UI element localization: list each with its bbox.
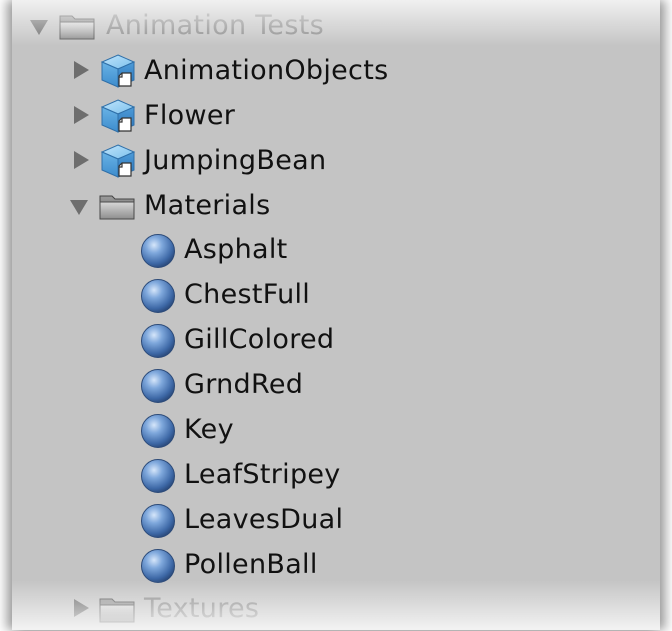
tree-item-jumpingbean[interactable]: JumpingBean [12,139,660,183]
tree-item-label: LeafStripey [184,459,341,490]
expand-arrow-icon[interactable] [74,61,89,79]
tree-item-textures[interactable]: Textures [12,587,660,631]
tree-item-label: Key [184,414,234,445]
tree-item-label: GillColored [184,324,335,355]
project-hierarchy-panel: Animation Tests AnimationObjects Flower … [12,0,660,630]
collapse-arrow-icon[interactable] [70,200,88,215]
tree-item-label: GrndRed [184,369,304,400]
tree-item-animation-tests[interactable]: Animation Tests [12,4,660,48]
tree-item-label: Flower [144,100,236,131]
tree-item-label: Animation Tests [106,10,324,41]
tree-item-label: Materials [144,190,271,221]
tree-item-label: PollenBall [184,549,318,580]
prefab-cube-icon [98,143,138,179]
material-sphere-icon [140,233,176,269]
prefab-cube-icon [98,98,138,134]
folder-icon [58,8,98,44]
tree-item-animationobjects[interactable]: AnimationObjects [12,49,660,93]
expand-arrow-icon[interactable] [30,20,48,35]
tree-item-material-asphalt[interactable]: Asphalt [12,228,660,272]
material-sphere-icon [140,323,176,359]
expand-arrow-icon[interactable] [74,151,89,169]
material-sphere-icon [140,278,176,314]
tree-item-material-chestfull[interactable]: ChestFull [12,273,660,317]
tree-item-material-gillcolored[interactable]: GillColored [12,318,660,362]
tree-item-label: Textures [144,593,260,624]
expand-arrow-icon[interactable] [74,599,89,617]
material-sphere-icon [140,458,176,494]
material-sphere-icon [140,413,176,449]
prefab-cube-icon [98,53,138,89]
tree-item-flower[interactable]: Flower [12,94,660,138]
tree-item-label: ChestFull [184,279,311,310]
tree-item-materials[interactable]: Materials [12,184,660,228]
tree-item-label: LeavesDual [184,504,344,535]
tree-item-material-leafstripey[interactable]: LeafStripey [12,453,660,497]
tree-item-label: JumpingBean [144,145,327,176]
material-sphere-icon [140,368,176,404]
material-sphere-icon [140,503,176,539]
tree-item-label: AnimationObjects [144,55,389,86]
tree-item-material-key[interactable]: Key [12,408,660,452]
tree-item-material-leavesdual[interactable]: LeavesDual [12,498,660,542]
screenshot-frame: Animation Tests AnimationObjects Flower … [0,0,672,630]
tree-item-material-grndred[interactable]: GrndRed [12,363,660,407]
folder-icon [98,188,138,224]
folder-icon [98,591,138,627]
expand-arrow-icon[interactable] [74,106,89,124]
tree-item-label: Asphalt [184,234,288,265]
material-sphere-icon [140,548,176,584]
tree-item-material-pollenball[interactable]: PollenBall [12,543,660,587]
